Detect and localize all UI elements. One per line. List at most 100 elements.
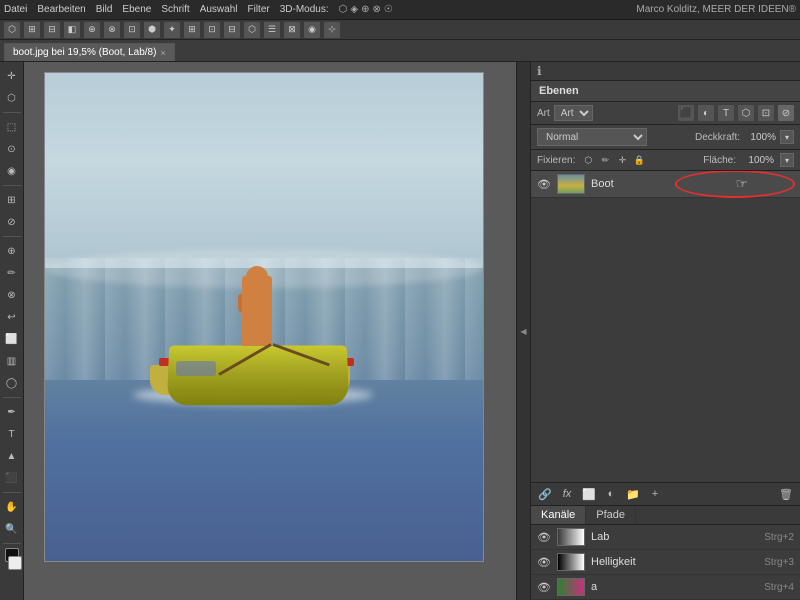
delete-layer-btn[interactable]: 🗑 — [778, 486, 794, 502]
toolbar-divider-2 — [3, 185, 21, 186]
toolbar-icon-3[interactable]: ⊟ — [44, 22, 60, 38]
pen-tool[interactable]: ✒ — [2, 402, 22, 422]
channel-item-helligkeit[interactable]: 👁 Helligkeit Strg+3 — [531, 550, 800, 575]
toolbar-icon-5[interactable]: ⊕ — [84, 22, 100, 38]
app-title: Marco Kolditz, MEER DER IDEEN® — [636, 4, 796, 15]
pixel-filter-btn[interactable]: ⬛ — [678, 105, 694, 121]
channel-hell-eye[interactable]: 👁 — [537, 555, 551, 569]
menu-item-image[interactable]: Bild — [96, 4, 113, 15]
right-panel-wrapper: ◀ ℹ Ebenen Art Art ⬛ ◐ T ⬡ ⊡ — [516, 62, 800, 600]
zoom-tool[interactable]: 🔍 — [2, 519, 22, 539]
channel-item-a[interactable]: 👁 a Strg+4 — [531, 575, 800, 600]
layers-filter-toolbar: Art Art ⬛ ◐ T ⬡ ⊡ ⊘ — [531, 102, 800, 125]
smart-filter-btn[interactable]: ⊡ — [758, 105, 774, 121]
lock-fill-row: Fixieren: ⬡ ✏ ✛ 🔒 Fläche: 100% ▾ — [531, 150, 800, 171]
toolbar-icon-2[interactable]: ⊞ — [24, 22, 40, 38]
lasso-tool[interactable]: ⊙ — [2, 139, 22, 159]
filter-type-label: Art — [537, 108, 550, 119]
eraser-tool[interactable]: ⬜ — [2, 329, 22, 349]
gradient-tool[interactable]: ▥ — [2, 351, 22, 371]
move-tool[interactable]: ✛ — [2, 66, 22, 86]
right-panel: ℹ Ebenen Art Art ⬛ ◐ T ⬡ ⊡ ⊘ — [530, 62, 800, 600]
toolbar-icon-11[interactable]: ⊡ — [204, 22, 220, 38]
type-filter-btn[interactable]: T — [718, 105, 734, 121]
toolbar-icon-12[interactable]: ⊟ — [224, 22, 240, 38]
toolbar-icon-13[interactable]: ⬡ — [244, 22, 260, 38]
toolbar-icon-14[interactable]: ☰ — [264, 22, 280, 38]
clone-tool[interactable]: ⊗ — [2, 285, 22, 305]
filter-type-select[interactable]: Art — [554, 105, 593, 121]
quick-select-tool[interactable]: ◉ — [2, 161, 22, 181]
toolbar-icon-9[interactable]: ✦ — [164, 22, 180, 38]
new-layer-btn[interactable]: + — [647, 486, 663, 502]
channel-a-eye[interactable]: 👁 — [537, 580, 551, 594]
toolbar-icon-15[interactable]: ⊠ — [284, 22, 300, 38]
info-icon[interactable]: ℹ — [537, 64, 542, 78]
opacity-dropdown[interactable]: ▾ — [780, 130, 794, 144]
shape-tool[interactable]: ⬛ — [2, 468, 22, 488]
menu-item-file[interactable]: Datei — [4, 4, 27, 15]
blend-mode-select[interactable]: Normal — [537, 128, 647, 146]
toolbar-icon-16[interactable]: ◉ — [304, 22, 320, 38]
layer-item-boot[interactable]: 👁 Boot ☞ — [531, 171, 800, 198]
channel-item-lab[interactable]: 👁 Lab Strg+2 — [531, 525, 800, 550]
tab-channels[interactable]: Kanäle — [531, 506, 586, 524]
toolbar-icon-17[interactable]: ⊹ — [324, 22, 340, 38]
layer-thumb-image — [558, 175, 584, 193]
menu-item-select[interactable]: Auswahl — [200, 4, 238, 15]
menu-item-3d[interactable]: 3D-Modus: — [280, 4, 329, 15]
channel-lab-shortcut: Strg+2 — [764, 532, 794, 543]
adjustment-layer-btn[interactable]: ◐ — [603, 486, 619, 502]
type-tool[interactable]: T — [2, 424, 22, 444]
healing-tool[interactable]: ⊕ — [2, 241, 22, 261]
layer-visibility-eye[interactable]: 👁 — [537, 177, 551, 191]
crop-tool[interactable]: ⊞ — [2, 190, 22, 210]
lock-all-icon[interactable]: 🔒 — [632, 153, 646, 167]
toolbar-icon-10[interactable]: ⊞ — [184, 22, 200, 38]
tab-close-button[interactable]: × — [160, 48, 165, 58]
menu-item-type[interactable]: Schrift — [161, 4, 189, 15]
shape-filter-btn[interactable]: ⬡ — [738, 105, 754, 121]
document-tab[interactable]: boot.jpg bei 19,5% (Boot, Lab/8) × — [4, 43, 175, 61]
channel-a-shortcut: Strg+4 — [764, 582, 794, 593]
toolbar-icon-6[interactable]: ⊗ — [104, 22, 120, 38]
channel-lab-name: Lab — [591, 531, 758, 543]
link-layers-btn[interactable]: 🔗 — [537, 486, 553, 502]
fill-label: Fläche: — [703, 155, 736, 166]
fill-value: 100% — [742, 155, 774, 166]
lock-transparent-icon[interactable]: ⬡ — [581, 153, 595, 167]
lock-position-icon[interactable]: ✛ — [615, 153, 629, 167]
filter-toggle-btn[interactable]: ⊘ — [778, 105, 794, 121]
artboard-tool[interactable]: ⬡ — [2, 88, 22, 108]
fill-dropdown[interactable]: ▾ — [780, 153, 794, 167]
blend-opacity-row: Normal Deckkraft: 100% ▾ — [531, 125, 800, 150]
group-layers-btn[interactable]: 📁 — [625, 486, 641, 502]
toolbar-icon-1[interactable]: ⬡ — [4, 22, 20, 38]
layers-panel-title: Ebenen — [531, 81, 800, 102]
toolbar-icon-4[interactable]: ◧ — [64, 22, 80, 38]
lock-pixels-icon[interactable]: ✏ — [598, 153, 612, 167]
layer-thumbnail-boot — [557, 174, 585, 194]
tab-paths[interactable]: Pfade — [586, 506, 636, 524]
fx-btn[interactable]: fx — [559, 486, 575, 502]
panel-collapse-arrow[interactable]: ◀ — [516, 62, 530, 600]
channel-lab-eye[interactable]: 👁 — [537, 530, 551, 544]
add-mask-btn[interactable]: ⬜ — [581, 486, 597, 502]
history-brush[interactable]: ↩ — [2, 307, 22, 327]
eyedropper-tool[interactable]: ⊘ — [2, 212, 22, 232]
background-color[interactable] — [8, 556, 22, 570]
dodge-tool[interactable]: ◯ — [2, 373, 22, 393]
hand-tool[interactable]: ✋ — [2, 497, 22, 517]
brush-tool[interactable]: ✏ — [2, 263, 22, 283]
menu-item-filter[interactable]: Filter — [248, 4, 270, 15]
toolbar-icon-8[interactable]: ⬢ — [144, 22, 160, 38]
opacity-value: 100% — [744, 132, 776, 143]
menu-item-layer[interactable]: Ebene — [122, 4, 151, 15]
channel-a-thumb — [557, 578, 585, 596]
adjustment-filter-btn[interactable]: ◐ — [698, 105, 714, 121]
toolbar-icon-7[interactable]: ⊡ — [124, 22, 140, 38]
path-select[interactable]: ▲ — [2, 446, 22, 466]
tab-bar: boot.jpg bei 19,5% (Boot, Lab/8) × — [0, 40, 800, 62]
marquee-tool[interactable]: ⬚ — [2, 117, 22, 137]
menu-item-edit[interactable]: Bearbeiten — [37, 4, 85, 15]
